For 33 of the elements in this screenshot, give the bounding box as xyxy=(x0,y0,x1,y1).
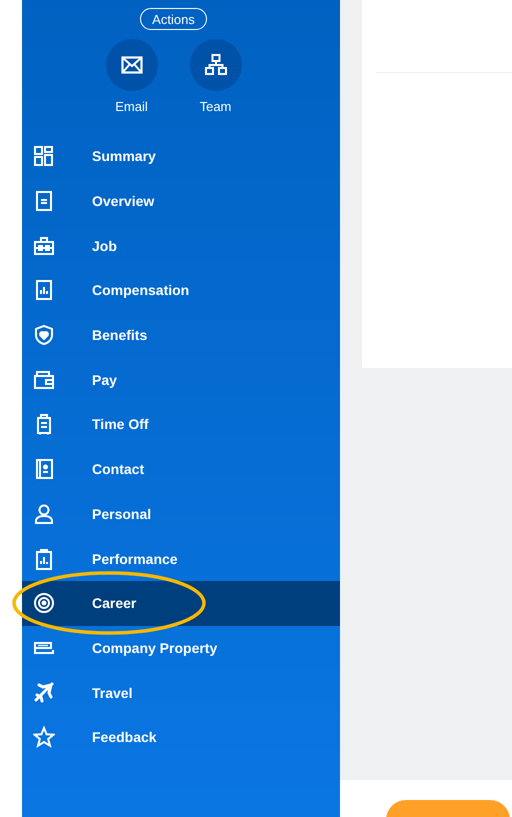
nav-item[interactable]: Summary xyxy=(22,134,340,179)
nav-item[interactable]: Time Off xyxy=(22,402,340,447)
nav-item[interactable]: Performance xyxy=(22,536,340,581)
nav-item[interactable]: Career xyxy=(22,580,340,626)
email-button[interactable] xyxy=(106,39,158,91)
clipboard-chart-icon xyxy=(33,548,55,570)
grid-icon xyxy=(33,145,55,168)
star-icon xyxy=(33,726,55,748)
contact-card-icon xyxy=(33,458,55,480)
bar-chart-icon xyxy=(33,279,55,302)
actions-button[interactable]: Actions xyxy=(140,8,207,30)
nav-item[interactable]: Benefits xyxy=(22,312,340,358)
document-icon xyxy=(33,190,55,212)
envelope-icon xyxy=(120,56,142,74)
org-chart-icon xyxy=(204,54,226,76)
nav-item[interactable]: Feedback xyxy=(22,714,340,760)
shield-heart-icon xyxy=(33,324,55,346)
airplane-icon xyxy=(33,682,55,704)
nav-item[interactable]: Travel xyxy=(22,670,340,715)
nav-item[interactable]: Contact xyxy=(22,446,340,492)
target-icon xyxy=(33,592,55,614)
person-icon xyxy=(33,502,55,525)
nav-item[interactable]: Company Property xyxy=(22,626,340,670)
toolbox-icon xyxy=(33,234,55,257)
nav-item[interactable]: Overview xyxy=(22,178,340,224)
nav-item[interactable]: Compensation xyxy=(22,268,340,313)
quick-action-label: Email xyxy=(115,99,148,114)
nav-item[interactable]: Pay xyxy=(22,357,340,402)
quick-action-label: Team xyxy=(200,99,232,114)
nav-item[interactable]: Job xyxy=(22,223,340,268)
wallet-icon xyxy=(33,368,55,391)
team-button[interactable] xyxy=(190,39,242,91)
nav-item[interactable]: Personal xyxy=(22,492,340,536)
